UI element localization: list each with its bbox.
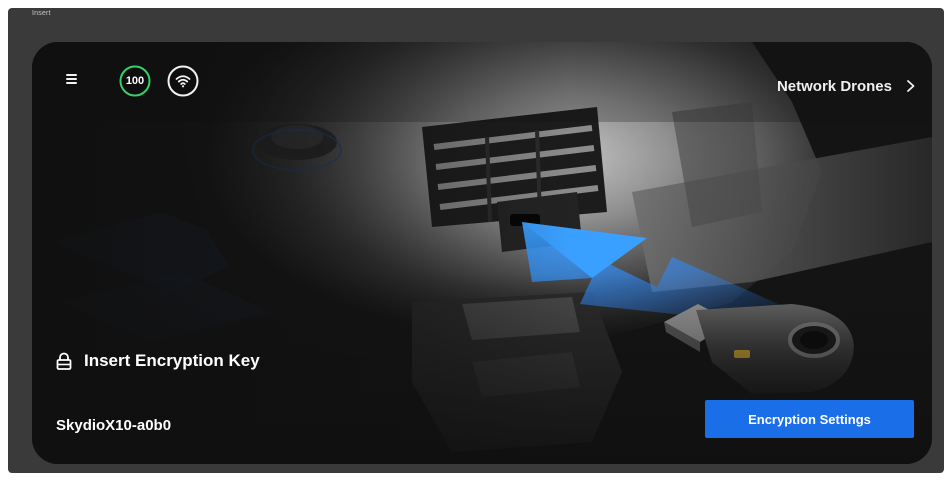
wifi-icon bbox=[167, 65, 199, 97]
lock-icon bbox=[56, 352, 72, 370]
frame-label: Insert bbox=[32, 10, 51, 17]
insert-key-title: Insert Encryption Key bbox=[84, 351, 260, 370]
hamburger-menu-icon[interactable] bbox=[64, 70, 82, 88]
device-screen: 100 Network Drones Insert Encryption Key bbox=[32, 42, 932, 464]
network-drones-link[interactable]: Network Drones bbox=[777, 75, 916, 97]
wifi-status-button[interactable] bbox=[167, 65, 199, 97]
encryption-settings-button[interactable]: Encryption Settings bbox=[705, 400, 914, 438]
battery-indicator: 100 bbox=[119, 65, 151, 97]
battery-level: 100 bbox=[125, 75, 145, 87]
top-bar: 100 Network Drones bbox=[32, 42, 932, 122]
insert-key-heading: Insert Encryption Key bbox=[56, 351, 260, 371]
chevron-right-icon bbox=[907, 80, 915, 92]
drone-name: SkydioX10-a0b0 bbox=[56, 417, 172, 434]
network-drones-label: Network Drones bbox=[776, 77, 892, 95]
